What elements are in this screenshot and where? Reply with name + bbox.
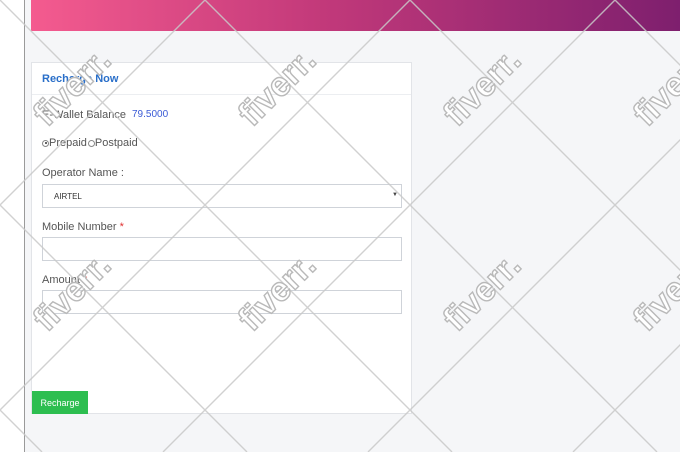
operator-select[interactable]: AIRTEL ▼ — [42, 184, 402, 208]
wallet-balance-value: 79.5000 — [132, 109, 169, 120]
amount-label: Amount * — [42, 274, 87, 286]
header-gradient-bar — [31, 0, 680, 31]
radio-postpaid-label[interactable]: Postpaid — [95, 137, 138, 149]
radio-unselected-icon[interactable] — [87, 139, 95, 147]
wallet-balance-label: E-Wallet Balance — [42, 109, 126, 121]
plan-type-radio-group: Prepaid Postpaid — [42, 137, 139, 149]
recharge-button[interactable]: Recharge — [32, 391, 88, 414]
radio-prepaid-label[interactable]: Prepaid — [49, 137, 87, 149]
fiverr-watermark-text: fiverr. — [626, 41, 680, 133]
amount-label-text: Amount — [42, 274, 80, 286]
chevron-down-icon: ▼ — [392, 192, 398, 198]
fiverr-watermark-text: fiverr. — [436, 246, 528, 338]
operator-name-label: Operator Name : — [42, 167, 124, 179]
mobile-number-label-text: Mobile Number — [42, 221, 117, 233]
required-mark: * — [119, 221, 124, 233]
operator-selected-value: AIRTEL — [54, 191, 82, 201]
amount-input[interactable] — [42, 290, 402, 314]
panel-title: Recharge Now — [42, 73, 119, 85]
required-mark: * — [82, 274, 88, 286]
fiverr-watermark-text: fiverr. — [626, 246, 680, 338]
recharge-panel: Recharge Now E-Wallet Balance 79.5000 Pr… — [31, 62, 412, 414]
panel-divider — [32, 94, 411, 95]
mobile-number-input[interactable] — [42, 237, 402, 261]
fiverr-watermark-text: fiverr. — [436, 41, 528, 133]
radio-selected-icon[interactable] — [42, 139, 49, 147]
left-sidebar-rail — [0, 0, 25, 452]
mobile-number-label: Mobile Number * — [42, 221, 124, 233]
